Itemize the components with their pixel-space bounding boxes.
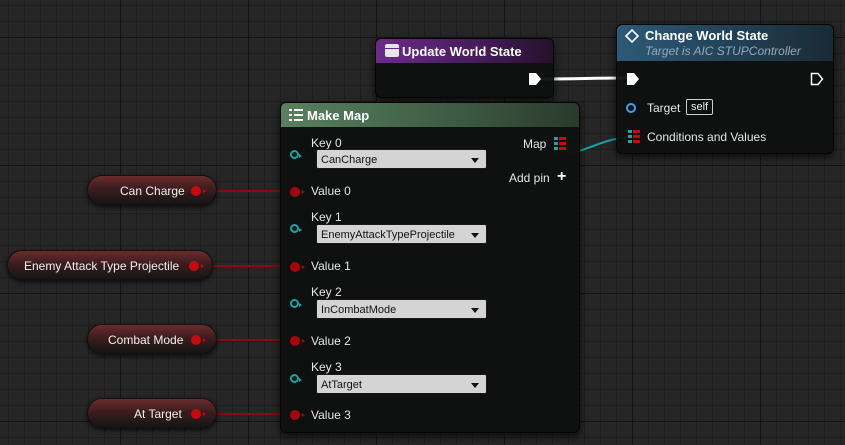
variable-combat-mode-pin[interactable]: [191, 335, 206, 345]
variable-combat-mode-label: Combat Mode: [108, 333, 184, 347]
value-3-pin[interactable]: [290, 410, 305, 420]
add-pin-label[interactable]: Add pin: [509, 171, 550, 185]
chevron-down-icon: [471, 308, 479, 313]
variable-at-target[interactable]: At Target: [87, 398, 217, 428]
exec-out-pin[interactable]: [810, 72, 824, 86]
chevron-down-icon: [471, 158, 479, 163]
key-1-label: Key 1: [311, 210, 342, 224]
exec-out-pin[interactable]: [528, 72, 542, 86]
map-output-pin[interactable]: [554, 137, 566, 151]
key-0-pin[interactable]: [290, 150, 302, 159]
key-3-dropdown[interactable]: AtTarget: [316, 374, 487, 394]
key-2-pin[interactable]: [290, 299, 302, 308]
value-0-label: Value 0: [311, 184, 351, 198]
value-3-label: Value 3: [311, 408, 351, 422]
variable-combat-mode[interactable]: Combat Mode: [87, 324, 217, 354]
key-3-value: AtTarget: [321, 379, 362, 391]
value-2-pin[interactable]: [290, 336, 305, 346]
event-icon: [385, 44, 399, 57]
key-3-pin[interactable]: [290, 374, 302, 383]
key-0-label: Key 0: [311, 136, 342, 150]
key-1-pin[interactable]: [290, 224, 302, 233]
chevron-down-icon: [471, 233, 479, 238]
exec-in-pin[interactable]: [626, 72, 640, 86]
variable-enemy-attack-type-projectile[interactable]: Enemy Attack Type Projectile: [7, 250, 213, 280]
conditions-label: Conditions and Values: [647, 130, 767, 144]
value-2-label: Value 2: [311, 334, 351, 348]
update-world-state-node[interactable]: Update World State: [375, 38, 554, 98]
key-2-dropdown[interactable]: InCombatMode: [316, 299, 487, 319]
target-value[interactable]: self: [686, 99, 714, 115]
make-map-node[interactable]: Make Map Map Add pin + Key 0 CanCharge V…: [280, 102, 580, 433]
update-world-state-header: Update World State: [376, 39, 553, 63]
variable-enemy-attack-type-projectile-pin[interactable]: [189, 261, 204, 271]
chevron-down-icon: [471, 383, 479, 388]
function-icon: [625, 29, 639, 43]
value-0-pin[interactable]: [290, 187, 305, 197]
key-1-value: EnemyAttackTypeProjectile: [321, 229, 455, 241]
variable-at-target-label: At Target: [134, 407, 182, 421]
variable-at-target-pin[interactable]: [191, 409, 206, 419]
map-output-label: Map: [523, 137, 547, 151]
change-world-state-title: Change World State: [645, 28, 769, 43]
key-1-dropdown[interactable]: EnemyAttackTypeProjectile: [316, 224, 487, 244]
key-3-label: Key 3: [311, 360, 342, 374]
update-world-state-title: Update World State: [402, 44, 522, 59]
add-pin-icon[interactable]: +: [557, 169, 566, 185]
variable-can-charge-pin[interactable]: [191, 186, 206, 196]
map-grid-icon[interactable]: [628, 130, 640, 144]
variable-can-charge-label: Can Charge: [120, 184, 185, 198]
change-world-state-node[interactable]: Change World State Target is AIC STUPCon…: [616, 24, 834, 154]
map-icon: [289, 109, 303, 121]
variable-enemy-attack-type-projectile-label: Enemy Attack Type Projectile: [24, 259, 180, 273]
key-0-value: CanCharge: [321, 154, 378, 166]
key-2-label: Key 2: [311, 285, 342, 299]
variable-can-charge[interactable]: Can Charge: [87, 175, 217, 205]
value-1-label: Value 1: [311, 259, 351, 273]
value-1-pin[interactable]: [290, 262, 305, 272]
target-label: Target: [647, 101, 681, 115]
key-0-dropdown[interactable]: CanCharge: [316, 149, 487, 169]
make-map-title: Make Map: [307, 108, 370, 123]
make-map-header: Make Map: [281, 103, 579, 127]
target-pin[interactable]: [626, 103, 636, 113]
change-world-state-header: Change World State Target is AIC STUPCon…: [617, 25, 833, 61]
key-2-value: InCombatMode: [321, 304, 397, 316]
change-world-state-subtitle: Target is AIC STUPController: [645, 44, 801, 58]
